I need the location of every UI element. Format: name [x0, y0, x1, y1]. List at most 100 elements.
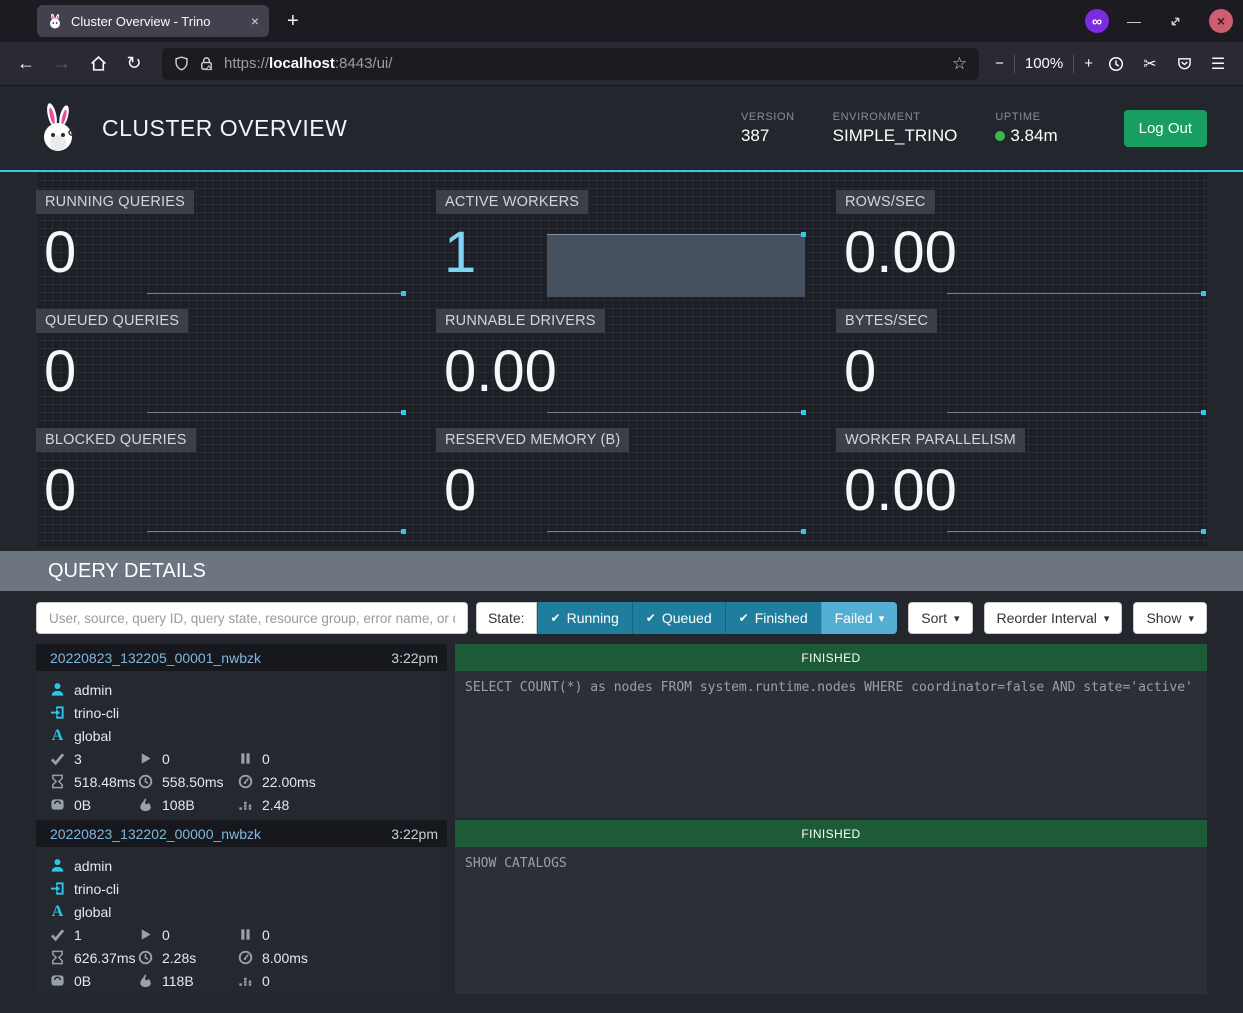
reload-button[interactable]: ↻ — [118, 48, 150, 80]
close-window-button[interactable]: × — [1209, 9, 1233, 33]
back-button[interactable]: ← — [10, 48, 42, 80]
history-clock-icon[interactable] — [1101, 49, 1131, 79]
stat-card-worker-parallelism: WORKER PARALLELISM 0.00 — [836, 428, 1207, 539]
sparkline — [547, 412, 805, 413]
environment-info: ENVIRONMENT SIMPLE_TRINO — [833, 111, 958, 146]
menu-icon[interactable]: ☰ — [1203, 49, 1233, 79]
uptime-status-dot — [995, 131, 1005, 141]
running-splits: 0 — [162, 751, 170, 767]
query-id-link[interactable]: 20220823_132202_00000_nwbzk — [50, 826, 391, 842]
minimize-button[interactable]: — — [1127, 13, 1141, 29]
check-icon: ✔ — [739, 611, 749, 625]
query-row: 20220823_132205_00001_nwbzk 3:22pm FINIS… — [36, 644, 1207, 818]
tab-close-icon[interactable]: × — [251, 13, 259, 29]
browser-toolbar: ← → ↻ https://localhost:8443/ui/ ☆ − 100… — [0, 42, 1243, 86]
new-tab-button[interactable]: + — [287, 11, 299, 31]
completed-splits-icon — [50, 751, 65, 766]
cluster-stats-section: RUNNING QUERIES 0 ACTIVE WORKERS 1 ROWS/… — [36, 172, 1207, 547]
running-splits-icon — [138, 751, 153, 766]
separator — [1014, 55, 1015, 73]
query-user: admin — [74, 858, 112, 874]
version-value: 387 — [741, 126, 795, 146]
forward-button[interactable]: → — [46, 48, 78, 80]
url-text[interactable]: https://localhost:8443/ui/ — [224, 55, 942, 72]
chevron-down-icon: ▾ — [879, 612, 885, 625]
query-source: trino-cli — [74, 705, 119, 721]
url-bar[interactable]: https://localhost:8443/ui/ ☆ — [162, 48, 979, 80]
user-icon — [50, 682, 65, 697]
uptime-label: UPTIME — [995, 111, 1057, 123]
browser-tab-bar: Cluster Overview - Trino × + ∞ — × — [0, 0, 1243, 42]
filter-failed-dropdown[interactable]: Failed ▾ — [821, 602, 898, 634]
search-input[interactable] — [36, 602, 468, 634]
query-resource-group: global — [74, 728, 111, 744]
filter-running-button[interactable]: ✔ Running — [537, 602, 632, 634]
home-button[interactable] — [82, 48, 114, 80]
stat-label: QUEUED QUERIES — [36, 309, 188, 333]
queued-splits: 0 — [262, 751, 270, 767]
lock-warning-icon[interactable] — [199, 56, 214, 71]
resource-group-icon: A — [50, 904, 65, 919]
logout-button[interactable]: Log Out — [1124, 110, 1207, 147]
check-icon: ✔ — [551, 611, 561, 625]
zoom-out-button[interactable]: − — [995, 55, 1004, 72]
query-header: 20220823_132205_00001_nwbzk 3:22pm — [36, 644, 447, 671]
stat-value: 0 — [44, 222, 407, 284]
stat-label: BYTES/SEC — [836, 309, 937, 333]
query-text: SELECT COUNT(*) as nodes FROM system.run… — [455, 671, 1207, 818]
trino-logo — [36, 102, 80, 154]
reorder-interval-dropdown[interactable]: Reorder Interval ▾ — [984, 602, 1123, 634]
stat-value: 0 — [444, 460, 807, 522]
sort-dropdown[interactable]: Sort ▾ — [908, 602, 972, 634]
filter-queued-button[interactable]: ✔ Queued — [632, 602, 725, 634]
stat-value: 0.00 — [444, 341, 807, 403]
query-filter-bar: State: ✔ Running ✔ Queued ✔ Finished Fai… — [36, 601, 1207, 635]
query-row: 20220823_132202_00000_nwbzk 3:22pm FINIS… — [36, 820, 1207, 994]
filter-finished-button[interactable]: ✔ Finished — [725, 602, 821, 634]
sparkline — [147, 531, 405, 532]
wall-time-icon — [50, 774, 65, 789]
stat-value: 0 — [844, 341, 1207, 403]
browser-tab[interactable]: Cluster Overview - Trino × — [37, 5, 269, 37]
stat-value: 0.00 — [844, 222, 1207, 284]
pocket-icon[interactable] — [1169, 49, 1199, 79]
wall-time: 518.48ms — [74, 774, 135, 790]
current-memory: 0B — [74, 797, 91, 813]
wall-time: 626.37ms — [74, 950, 135, 966]
stat-label: RESERVED MEMORY (B) — [436, 428, 629, 452]
peak-memory: 108B — [162, 797, 195, 813]
page-title: CLUSTER OVERVIEW — [102, 115, 347, 142]
total-wall-time: 558.50ms — [162, 774, 223, 790]
stat-card-runnable-drivers: RUNNABLE DRIVERS 0.00 — [436, 309, 807, 420]
query-time: 3:22pm — [391, 826, 438, 842]
stat-card-running-queries: RUNNING QUERIES 0 — [36, 190, 407, 301]
stat-card-reserved-memory: RESERVED MEMORY (B) 0 — [436, 428, 807, 539]
stat-card-active-workers: ACTIVE WORKERS 1 — [436, 190, 807, 301]
query-status-badge: FINISHED — [455, 820, 1207, 847]
bookmark-star-icon[interactable]: ☆ — [952, 54, 967, 74]
completed-splits: 1 — [74, 927, 82, 943]
current-memory: 0B — [74, 973, 91, 989]
stat-label: BLOCKED QUERIES — [36, 428, 196, 452]
zoom-in-button[interactable]: + — [1084, 55, 1093, 72]
cumulative-memory: 0 — [262, 973, 270, 989]
screenshot-scissors-icon[interactable]: ✂ — [1135, 49, 1165, 79]
stat-label: ACTIVE WORKERS — [436, 190, 588, 214]
peak-memory-icon — [138, 973, 153, 988]
query-meta-panel: admin trino-cli A global 1 0 0 626.37ms … — [36, 847, 447, 994]
query-details-title: QUERY DETAILS — [0, 560, 206, 583]
show-dropdown[interactable]: Show ▾ — [1133, 602, 1207, 634]
source-icon — [50, 705, 65, 720]
query-id-link[interactable]: 20220823_132205_00001_nwbzk — [50, 650, 391, 666]
cpu-time: 22.00ms — [262, 774, 316, 790]
zoom-level[interactable]: 100% — [1025, 55, 1063, 72]
maximize-button[interactable] — [1159, 5, 1191, 37]
completed-splits: 3 — [74, 751, 82, 767]
source-icon — [50, 881, 65, 896]
chevron-down-icon: ▾ — [1188, 612, 1194, 625]
trino-favicon-icon — [47, 13, 63, 29]
current-memory-icon — [50, 973, 65, 988]
shield-icon[interactable] — [174, 56, 189, 71]
stat-label: WORKER PARALLELISM — [836, 428, 1025, 452]
total-wall-time: 2.28s — [162, 950, 196, 966]
